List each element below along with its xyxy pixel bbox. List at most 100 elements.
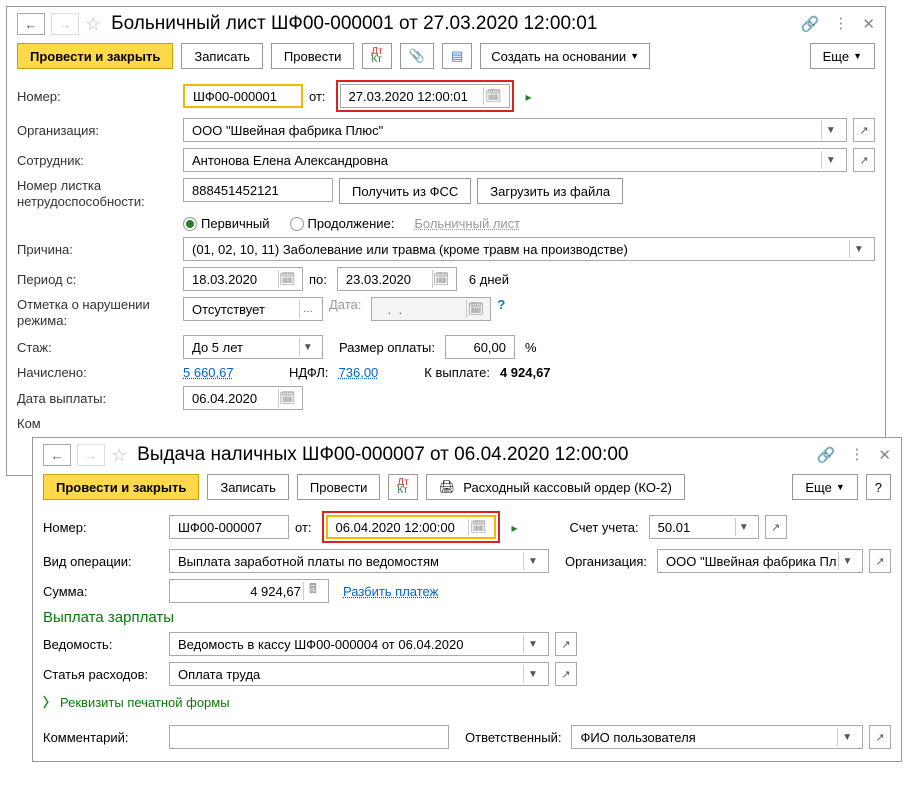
- help-button[interactable]: ?: [866, 474, 891, 500]
- comment-label: Комментарий:: [43, 730, 163, 745]
- save-button[interactable]: Записать: [207, 474, 289, 500]
- comment-label-trunc: Ком: [17, 416, 177, 431]
- flag-icon[interactable]: [512, 520, 518, 535]
- more-button[interactable]: Еще ▼: [792, 474, 857, 500]
- reason-label: Причина:: [17, 242, 177, 257]
- favorite-star-icon[interactable]: ☆: [111, 445, 127, 466]
- link-icon[interactable]: 🔗: [817, 446, 836, 464]
- help-icon[interactable]: ?: [497, 297, 505, 312]
- emp-label: Сотрудник:: [17, 153, 177, 168]
- org-open-button[interactable]: ↗: [869, 549, 891, 573]
- save-button[interactable]: Записать: [181, 43, 263, 69]
- resp-open-button[interactable]: ↗: [869, 725, 891, 749]
- favorite-star-icon[interactable]: ☆: [85, 14, 101, 35]
- ndfl-link[interactable]: 736,00: [339, 365, 379, 380]
- post-and-close-button[interactable]: Провести и закрыть: [43, 474, 199, 500]
- nav-back-button[interactable]: ←: [17, 13, 45, 35]
- account-open-button[interactable]: ↗: [765, 515, 787, 539]
- close-icon[interactable]: ✕: [878, 446, 891, 464]
- print-requisites-toggle[interactable]: 〉Реквизиты печатной формы: [43, 692, 230, 711]
- print-ko2-button[interactable]: Расходный кассовый ордер (КО-2): [426, 474, 685, 500]
- resp-label: Ответственный:: [465, 730, 561, 745]
- window-title: Больничный лист ШФ00-000001 от 27.03.202…: [111, 13, 795, 35]
- period-label: Период с:: [17, 272, 177, 287]
- split-payment-link[interactable]: Разбить платеж: [343, 584, 438, 599]
- accrued-label: Начислено:: [17, 365, 177, 380]
- date-input[interactable]: 🗓: [326, 515, 496, 539]
- period-from-input[interactable]: 🗓: [183, 267, 303, 291]
- payout-label: К выплате:: [424, 365, 490, 380]
- section-payroll: Выплата зарплаты: [43, 609, 174, 626]
- flag-icon[interactable]: [526, 89, 532, 104]
- dtkt-button[interactable]: ДтКт: [362, 43, 391, 69]
- org-open-button[interactable]: ↗: [853, 118, 875, 142]
- close-icon[interactable]: ✕: [862, 15, 875, 33]
- post-and-close-button[interactable]: Провести и закрыть: [17, 43, 173, 69]
- attach-button[interactable]: [400, 43, 434, 69]
- calendar-icon[interactable]: 🗓: [468, 519, 487, 535]
- paydate-label: Дата выплаты:: [17, 391, 177, 406]
- calendar-icon[interactable]: 🗓: [432, 270, 450, 288]
- payout-value: 4 924,67: [500, 365, 551, 380]
- number-input[interactable]: [183, 84, 303, 108]
- org-input[interactable]: ▼: [657, 549, 863, 573]
- seniority-input[interactable]: ▼: [183, 335, 323, 359]
- number-label: Номер:: [43, 520, 163, 535]
- structure-button[interactable]: [442, 43, 472, 69]
- link-icon[interactable]: 🔗: [801, 15, 820, 33]
- violation-input[interactable]: …: [183, 297, 323, 321]
- expense-open-button[interactable]: ↗: [555, 662, 577, 686]
- nav-forward-button[interactable]: →: [51, 13, 79, 35]
- radio-continuation[interactable]: Продолжение:: [290, 216, 395, 231]
- vedom-label: Ведомость:: [43, 637, 163, 652]
- create-based-button[interactable]: Создать на основании ▼: [480, 43, 650, 69]
- optype-input[interactable]: ▼: [169, 549, 549, 573]
- cash-out-window: ← → ☆ Выдача наличных ШФ00-000007 от 06.…: [32, 437, 902, 762]
- nav-back-button[interactable]: ←: [43, 444, 71, 466]
- nav-forward-button[interactable]: →: [77, 444, 105, 466]
- calendar-icon[interactable]: 🗓: [483, 87, 502, 105]
- more-menu-icon[interactable]: ⋮: [833, 18, 848, 30]
- more-menu-icon[interactable]: ⋮: [849, 449, 864, 461]
- date-input[interactable]: 🗓: [340, 84, 510, 108]
- accrued-link[interactable]: 5 660,67: [183, 365, 263, 380]
- window-title: Выдача наличных ШФ00-000007 от 06.04.202…: [137, 444, 811, 466]
- more-button[interactable]: Еще ▼: [810, 43, 875, 69]
- get-fss-button[interactable]: Получить из ФСС: [339, 178, 471, 204]
- number-input[interactable]: [169, 515, 289, 539]
- ndfl-label: НДФЛ:: [289, 365, 329, 380]
- sick-sheet-link[interactable]: Больничный лист: [414, 216, 520, 231]
- post-button[interactable]: Провести: [297, 474, 381, 500]
- calendar-icon[interactable]: 🗓: [278, 270, 296, 288]
- sick-leave-window: ← → ☆ Больничный лист ШФ00-000001 от 27.…: [6, 6, 886, 476]
- post-button[interactable]: Провести: [271, 43, 355, 69]
- period-to-input[interactable]: 🗓: [337, 267, 457, 291]
- vedom-open-button[interactable]: ↗: [555, 632, 577, 656]
- dtkt-button[interactable]: ДтКт: [388, 474, 417, 500]
- calendar-icon[interactable]: 🗓: [278, 389, 296, 407]
- expense-label: Статья расходов:: [43, 667, 163, 682]
- reason-input[interactable]: ▼: [183, 237, 875, 261]
- org-input[interactable]: ▼: [183, 118, 847, 142]
- violation-date-label: Дата:: [329, 297, 361, 312]
- account-input[interactable]: ▼: [649, 515, 759, 539]
- account-label: Счет учета:: [570, 520, 639, 535]
- radio-primary[interactable]: Первичный: [183, 216, 270, 231]
- paydate-input[interactable]: 🗓: [183, 386, 303, 410]
- payrate-input[interactable]: [445, 335, 515, 359]
- vedom-input[interactable]: ▼: [169, 632, 549, 656]
- optype-label: Вид операции:: [43, 554, 163, 569]
- period-to-label: по:: [309, 272, 327, 287]
- sum-label: Сумма:: [43, 584, 163, 599]
- emp-input[interactable]: ▼: [183, 148, 847, 172]
- expense-input[interactable]: ▼: [169, 662, 549, 686]
- comment-input[interactable]: [169, 725, 449, 749]
- calc-icon[interactable]: 🖩: [303, 582, 322, 600]
- sum-input[interactable]: 🖩: [169, 579, 329, 603]
- emp-open-button[interactable]: ↗: [853, 148, 875, 172]
- resp-input[interactable]: ▼: [571, 725, 863, 749]
- sheetnum-input[interactable]: [183, 178, 333, 202]
- load-file-button[interactable]: Загрузить из файла: [477, 178, 623, 204]
- period-days: 6 дней: [469, 272, 509, 287]
- seniority-label: Стаж:: [17, 340, 177, 355]
